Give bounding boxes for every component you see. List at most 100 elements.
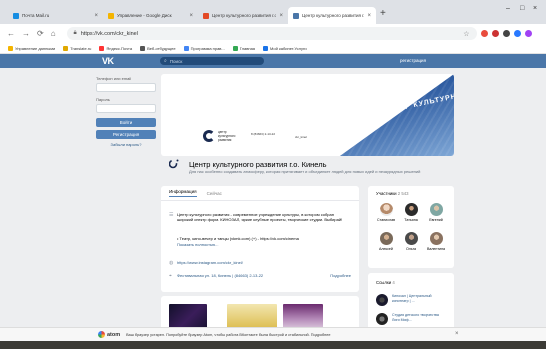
tab-now[interactable]: Сейчас <box>207 191 222 196</box>
about-text: Центр культурного развития - современное… <box>177 212 343 222</box>
address-row: ⌖ Фестивальная ул. 18, Кинель | (84663) … <box>169 273 263 279</box>
login-form: Телефон или email Пароль Войти Регистрац… <box>96 76 156 147</box>
address-bar-row: ← → ⟳ ⌂ 🔒︎ https://vk.com/ckr_kinel ☆ <box>0 24 546 43</box>
member-item[interactable]: Ольга <box>399 232 423 251</box>
link-item[interactable]: Студия детского творчества Лиги Миф... <box>376 313 447 325</box>
info-card: Информация Сейчас ☰ Центр культурного ра… <box>161 186 359 292</box>
close-tab-icon[interactable]: × <box>94 13 98 19</box>
close-icon[interactable]: × <box>455 331 459 337</box>
search-placeholder: Поиск <box>169 58 183 64</box>
password-input[interactable] <box>96 104 156 113</box>
forgot-password-link[interactable]: Забыли пароль? <box>96 142 156 147</box>
forward-icon[interactable]: → <box>22 29 30 38</box>
home-icon[interactable]: ⌂ <box>51 29 56 38</box>
url-text: https://vk.com/ckr_kinel <box>80 30 138 37</box>
address-link[interactable]: Фестивальная ул. 18, Кинель | (84663) 2-… <box>177 273 263 279</box>
location-pin-icon: ⌖ <box>169 273 172 279</box>
search-icon: ⌕ <box>164 58 167 64</box>
member-item[interactable]: Евгений <box>424 203 448 222</box>
about-row: ☰ Центр культурного развития - современн… <box>169 212 351 222</box>
phone-email-input[interactable] <box>96 83 156 92</box>
website-row: ◍ https://www.instagram.com/ckr_kinel/ <box>169 260 243 266</box>
close-window-icon[interactable]: × <box>533 5 537 12</box>
bookmark-icon <box>183 45 189 51</box>
bookmark-item[interactable]: Веб-отбудущее <box>140 45 176 51</box>
member-name: Алексей <box>379 247 393 251</box>
show-more-row: Показать полностью... <box>177 242 218 247</box>
close-tab-icon[interactable]: × <box>189 13 193 19</box>
link-item[interactable]: Кинозал | Центральный кинотеатр | ... <box>376 294 447 306</box>
new-tab-button[interactable]: + <box>380 9 386 19</box>
browser-tab[interactable]: Управление - Google Диск × <box>103 7 198 24</box>
browser-tab[interactable]: Почта Mail.ru × <box>8 7 103 24</box>
member-name: Татьяна <box>404 218 418 222</box>
tab-title: Управление - Google Диск <box>117 13 172 18</box>
website-link[interactable]: https://www.instagram.com/ckr_kinel/ <box>177 260 243 266</box>
members-title: Участники <box>376 191 397 196</box>
register-button[interactable]: Регистрация <box>96 130 156 139</box>
bookmarks-bar: Управление данными Translate.ru Яндекс.П… <box>0 43 546 54</box>
member-item[interactable]: Алексей <box>374 232 398 251</box>
text-lines-icon: ☰ <box>169 212 174 218</box>
member-item[interactable]: Татьяна <box>399 203 423 222</box>
lock-icon: 🔒︎ <box>73 30 77 36</box>
member-name: Станислав <box>377 218 395 222</box>
member-item[interactable]: Валентина <box>424 232 448 251</box>
bookmark-item[interactable]: Главная <box>232 45 255 51</box>
bookmark-item[interactable]: Управление данными <box>8 45 55 51</box>
members-header[interactable]: Участники 2 543 <box>376 191 409 196</box>
group-name: Центр культурного развития г.о. Кинель <box>189 160 327 169</box>
maximize-icon[interactable]: □ <box>520 5 524 12</box>
more-details-link[interactable]: Подробнее <box>330 273 351 278</box>
tab-title: Центр культурного развития г.о. <box>302 13 365 18</box>
members-count: 2 543 <box>397 191 409 196</box>
bookmark-item[interactable]: Яндекс.Почта <box>99 45 132 51</box>
tab-info[interactable]: Информация <box>169 189 197 197</box>
group-header: Центр культурного развития г.о. Кинель Д… <box>161 156 454 186</box>
bookmark-item[interactable]: Translate.ru <box>63 45 91 51</box>
close-tab-icon[interactable]: × <box>367 13 371 19</box>
avatar <box>379 232 393 245</box>
link-text: • Театр, кино-вечер и танцы (vkmk.com) (… <box>177 236 299 241</box>
url-field[interactable]: 🔒︎ https://vk.com/ckr_kinel ☆ <box>66 27 477 40</box>
show-more-link[interactable]: Показать полностью... <box>177 242 218 247</box>
back-icon[interactable]: ← <box>7 29 15 38</box>
browser-tab[interactable]: Центр культурного развития г.о. × <box>198 7 288 24</box>
cover-phone: 8 (84663) 2-13-22 <box>251 132 276 136</box>
vk-logo[interactable]: VK <box>102 56 120 66</box>
cover-building-texture <box>339 74 454 156</box>
extension-icon[interactable] <box>513 30 521 37</box>
bookmark-item[interactable]: Программа прав... <box>183 45 225 51</box>
atom-logo[interactable]: atom <box>98 331 120 338</box>
member-item[interactable]: Станислав <box>374 203 398 222</box>
login-button[interactable]: Войти <box>96 118 156 127</box>
avatar <box>376 313 388 325</box>
bookmark-icon <box>263 45 268 51</box>
group-cover: ЦЕНТР КУЛЬТУРНОГО РАЗВИТИЯ центр культур… <box>161 74 454 156</box>
avatar <box>429 203 443 216</box>
vk-search-input[interactable]: ⌕ Поиск <box>160 57 264 65</box>
minimize-icon[interactable]: – <box>506 5 510 12</box>
register-link[interactable]: регистрация <box>400 58 426 63</box>
group-avatar-icon[interactable] <box>169 159 179 169</box>
browser-notice-bar: atom Ваш браузер устарел. Попробуйте бра… <box>0 327 546 341</box>
avatar <box>379 203 393 216</box>
extension-icon[interactable] <box>491 30 499 37</box>
avatar <box>404 232 418 245</box>
bookmark-star-icon[interactable]: ☆ <box>463 30 469 38</box>
group-description: Для нас особенно создавать атмосферу, ко… <box>189 169 421 174</box>
browser-tab-bar: Почта Mail.ru × Управление - Google Диск… <box>0 0 546 24</box>
links-title: Ссылки <box>376 280 392 285</box>
profile-avatar[interactable] <box>524 30 532 37</box>
bookmark-item[interactable]: Мой кабинет.Услуги <box>263 45 307 51</box>
reload-icon[interactable]: ⟳ <box>37 29 44 38</box>
avatar <box>404 203 418 216</box>
links-header[interactable]: Ссылки 4 <box>376 280 395 285</box>
password-label: Пароль <box>96 97 110 102</box>
extension-icon[interactable] <box>502 30 510 37</box>
close-tab-icon[interactable]: × <box>279 13 283 19</box>
extension-icon[interactable] <box>480 30 488 37</box>
globe-icon: ◍ <box>169 260 174 266</box>
member-name: Ольга <box>406 247 416 251</box>
browser-tab-active[interactable]: Центр культурного развития г.о. × <box>288 7 376 24</box>
